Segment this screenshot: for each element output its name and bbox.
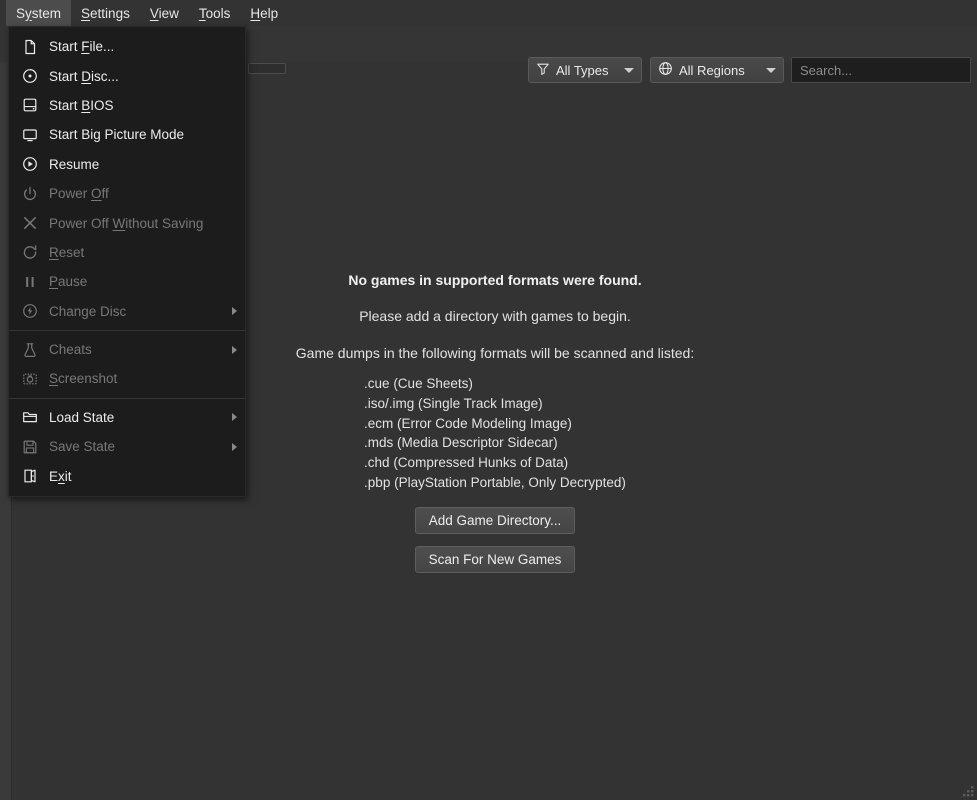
- menu-item-label: Start Disc...: [49, 68, 119, 84]
- menu-item-label: Resume: [49, 156, 100, 172]
- menu-bar: System Settings View Tools Help: [0, 0, 977, 26]
- menubar-item-label: View: [149, 5, 179, 21]
- menu-item-label: Power Off Without Saving: [49, 215, 204, 231]
- add-game-directory-button[interactable]: Add Game Directory...: [414, 506, 576, 534]
- menu-item-label: Screenshot: [49, 371, 118, 387]
- menubar-item-system[interactable]: System: [6, 0, 72, 26]
- disc-icon: [19, 68, 41, 84]
- menubar-item-label: System: [16, 5, 62, 21]
- menu-item-cheats[interactable]: Cheats: [9, 335, 245, 364]
- format-line: .ecm (Error Code Modeling Image): [364, 415, 572, 431]
- empty-state-formats-intro: Game dumps in the following formats will…: [295, 345, 695, 361]
- chevron-right-icon: [232, 442, 237, 451]
- menubar-item-label: Settings: [81, 5, 130, 21]
- all-types-filter-label: All Types: [556, 62, 609, 78]
- menu-separator-2: [9, 397, 245, 399]
- emulator-window: System Settings View Tools Help All Types Al…: [0, 0, 977, 800]
- all-regions-filter-button[interactable]: All Regions: [650, 57, 784, 83]
- search-input[interactable]: [800, 62, 962, 78]
- filter-icon: [536, 62, 550, 79]
- all-types-filter-button[interactable]: All Types: [528, 57, 642, 83]
- menu-item-power-off-without-saving[interactable]: Power Off Without Saving: [9, 208, 245, 237]
- menubar-item-help[interactable]: Help: [240, 0, 288, 26]
- search-box[interactable]: [791, 57, 971, 83]
- menu-item-label: Start File...: [49, 39, 115, 55]
- bios-chip-icon: [19, 97, 41, 113]
- play-circle-icon: [19, 156, 41, 172]
- menu-item-label: Start Big Picture Mode: [49, 127, 185, 143]
- change-disc-icon: [19, 303, 41, 319]
- resize-grip[interactable]: [961, 784, 975, 798]
- chevron-right-icon: [232, 413, 237, 422]
- menubar-item-label: Tools: [198, 5, 231, 21]
- format-line: .mds (Media Descriptor Sidecar): [364, 435, 558, 451]
- file-icon: [19, 39, 41, 55]
- power-icon: [19, 186, 41, 202]
- close-x-icon: [19, 215, 41, 231]
- menu-item-load-state[interactable]: Load State: [9, 403, 245, 432]
- supported-formats-list: .cue (Cue Sheets) .iso/.img (Single Track…: [364, 374, 626, 493]
- exit-door-icon: [19, 468, 41, 484]
- menu-item-change-disc[interactable]: Change Disc: [9, 297, 245, 326]
- flask-icon: [19, 342, 41, 358]
- format-line: .iso/.img (Single Track Image): [364, 395, 543, 411]
- format-line: .cue (Cue Sheets): [364, 376, 473, 391]
- all-regions-filter-label: All Regions: [679, 62, 745, 78]
- menu-item-label: Pause: [49, 274, 88, 290]
- chevron-down-icon: [624, 67, 634, 73]
- menu-item-start-big-picture-mode[interactable]: Start Big Picture Mode: [9, 120, 245, 149]
- chevron-right-icon: [232, 307, 237, 316]
- menu-item-resume[interactable]: Resume: [9, 150, 245, 179]
- menubar-item-settings[interactable]: Settings: [71, 0, 140, 26]
- empty-state-title: No games in supported formats were found…: [348, 272, 642, 288]
- menu-item-start-bios[interactable]: Start BIOS: [9, 91, 245, 120]
- menu-item-start-file[interactable]: Start File...: [9, 32, 245, 61]
- format-line: .chd (Compressed Hunks of Data): [364, 455, 569, 471]
- empty-state-actions: Add Game Directory... Scan For New Games: [414, 506, 576, 573]
- menubar-item-view[interactable]: View: [140, 0, 189, 26]
- camera-icon: [19, 371, 41, 387]
- pause-icon: [19, 274, 41, 290]
- globe-icon: [658, 61, 673, 79]
- save-disk-icon: [19, 439, 41, 455]
- format-line: .pbp (PlayStation Portable, Only Decrypt…: [364, 474, 626, 490]
- menu-item-reset[interactable]: Reset: [9, 238, 245, 267]
- menu-separator-1: [9, 329, 245, 331]
- menu-item-pause[interactable]: Pause: [9, 267, 245, 296]
- chevron-down-icon: [766, 67, 776, 73]
- menu-item-start-disc[interactable]: Start Disc...: [9, 61, 245, 90]
- menu-item-label: Exit: [49, 468, 72, 484]
- monitor-icon: [19, 127, 41, 143]
- menubar-item-label: Help: [250, 5, 279, 21]
- menu-item-power-off[interactable]: Power Off: [9, 179, 245, 208]
- menu-item-label: Change Disc: [49, 303, 127, 319]
- system-dropdown-menu: Start File... Start Disc... Start BIOS Star…: [8, 26, 246, 497]
- menu-item-label: Cheats: [49, 342, 92, 358]
- empty-state-subtitle: Please add a directory with games to beg…: [359, 308, 631, 324]
- menubar-item-tools[interactable]: Tools: [189, 0, 241, 26]
- chevron-right-icon: [232, 345, 237, 354]
- menu-item-screenshot[interactable]: Screenshot: [9, 364, 245, 393]
- reset-icon: [19, 244, 41, 260]
- cover-size-slider[interactable]: [248, 63, 286, 74]
- menu-item-label: Start BIOS: [49, 97, 114, 113]
- menu-item-exit[interactable]: Exit: [9, 461, 245, 490]
- scan-for-new-games-button[interactable]: Scan For New Games: [414, 545, 576, 573]
- menu-item-label: Reset: [49, 244, 85, 260]
- menu-item-label: Save State: [49, 439, 116, 455]
- menu-item-label: Load State: [49, 409, 115, 425]
- menu-item-save-state[interactable]: Save State: [9, 432, 245, 461]
- menu-item-label: Power Off: [49, 186, 109, 202]
- folder-open-icon: [19, 409, 41, 425]
